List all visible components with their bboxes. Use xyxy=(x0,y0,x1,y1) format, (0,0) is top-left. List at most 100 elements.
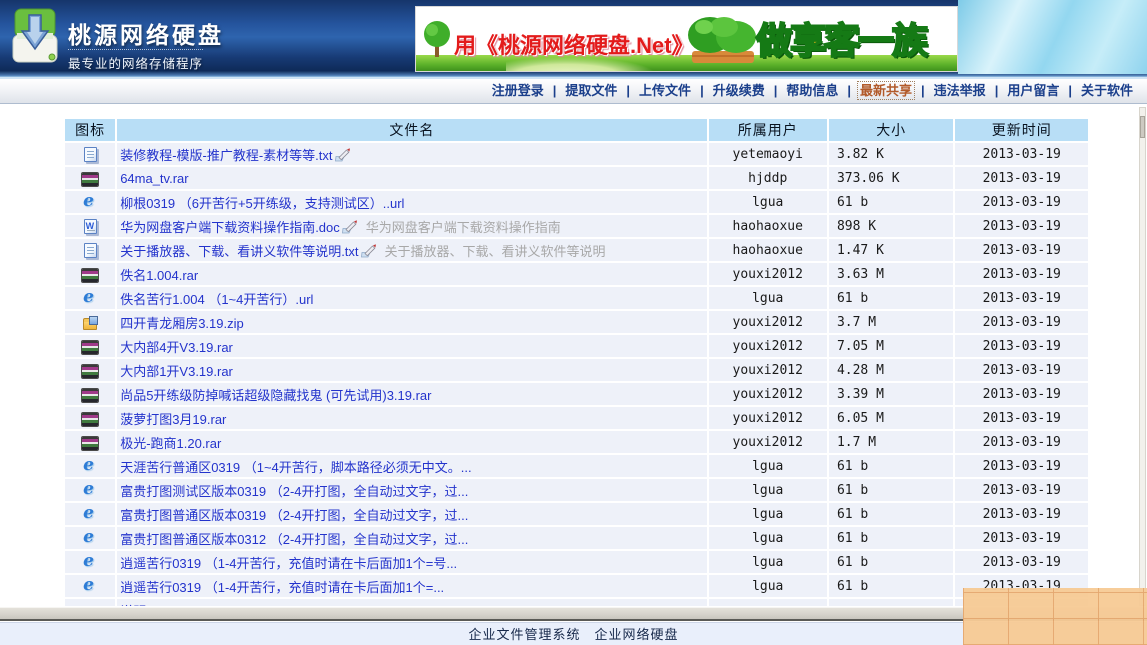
file-date: 2013-03-19 xyxy=(955,287,1088,309)
column-header: 所属用户 xyxy=(708,119,827,141)
table-row: 极光-跑商1.20.rar youxi2012 1.7 M 2013-03-19 xyxy=(65,431,1088,453)
file-link[interactable]: 极光-跑商1.20.rar xyxy=(120,436,221,451)
file-date: 2013-03-19 xyxy=(955,479,1088,501)
vertical-scrollbar-thumb[interactable] xyxy=(1140,116,1145,138)
file-link[interactable]: 关于播放器、下载、看讲义软件等说明.txt xyxy=(120,244,358,259)
rar-file-icon xyxy=(82,173,99,187)
file-table: 图标 文件名 所属用户 大小 更新时间 装修教程-模版-推广教程-素材等等.txt ye… xyxy=(63,117,1090,606)
column-header: 更新时间 xyxy=(955,119,1088,141)
header: 桃源网络硬盘 最专业的网络存储程序 用《桃源网络硬盘.Net》 做享客一族 xyxy=(0,0,1147,77)
rar-file-icon xyxy=(82,437,99,451)
file-link[interactable]: 四开青龙厢房3.19.zip xyxy=(120,316,244,331)
file-date: 2013-03-19 xyxy=(955,167,1088,189)
nav-separator: | xyxy=(1068,83,1072,98)
nav-separator: | xyxy=(921,83,925,98)
vertical-scrollbar[interactable] xyxy=(1139,107,1146,606)
nav-item-1[interactable]: 注册登录 xyxy=(490,82,546,99)
file-date: 2013-03-19 xyxy=(955,455,1088,477)
nav-item-6[interactable]: 最新共享 xyxy=(857,81,916,100)
table-row: 菠萝打图3月19.rar youxi2012 6.05 M 2013-03-19 xyxy=(65,407,1088,429)
rar-file-icon xyxy=(82,341,99,355)
header-swoosh-decoration xyxy=(958,0,1147,74)
file-owner: lgua xyxy=(708,191,827,213)
txt-file-icon xyxy=(83,147,97,163)
file-link[interactable]: 大内部1开V3.19.rar xyxy=(120,364,233,379)
file-link[interactable]: 64ma_tv.rar xyxy=(120,171,188,186)
file-link[interactable]: 富贵打图普通区版本0312 （2-4开打图，全自动过文字，过... xyxy=(120,532,468,547)
file-link[interactable]: 逍遥苦行0319 （1-4开苦行，充值时请在卡后面加1个=... xyxy=(120,580,444,595)
file-owner: youxi2012 xyxy=(708,359,827,381)
file-link[interactable]: 柳根0319 （6开苦行+5开练级，支持测试区）..url xyxy=(120,196,404,211)
file-note: 华为网盘客户端下载资料操作指南 xyxy=(365,219,561,235)
file-link[interactable]: 装修教程-模版-推广教程-素材等等.txt xyxy=(120,148,332,163)
file-owner: hjddp xyxy=(708,167,827,189)
url-file-icon xyxy=(82,503,98,523)
file-size: 61 b xyxy=(828,527,954,549)
file-size: 61 b xyxy=(828,575,954,597)
nav-separator: | xyxy=(773,83,778,98)
page-subtitle: 最专业的网络存储程序 xyxy=(68,49,204,72)
table-row: 四开青龙厢房3.19.zip youxi2012 3.7 M 2013-03-1… xyxy=(65,311,1088,333)
url-file-icon xyxy=(82,287,98,307)
nav-separator: | xyxy=(994,83,999,98)
nav-bar: 注册登录 | 提取文件 | 上传文件 | 升级续费 | 帮助信息 | 最新共享 | 违法举报 | 用户留言 |… xyxy=(0,77,1147,104)
txt-file-icon xyxy=(83,243,97,259)
file-size: 3.39 M xyxy=(828,383,954,405)
file-link[interactable]: 佚名苦行1.004 （1~4开苦行）.url xyxy=(120,292,313,307)
file-link[interactable]: 富贵打图普通区版本0319 （2-4开打图，全自动过文字，过... xyxy=(120,508,468,523)
ad-banner[interactable]: 用《桃源网络硬盘.Net》 做享客一族 xyxy=(415,6,958,72)
edit-icon[interactable] xyxy=(341,219,358,234)
file-date: 2013-03-19 xyxy=(955,407,1088,429)
table-row: 大内部1开V3.19.rar youxi2012 4.28 M 2013-03-… xyxy=(65,359,1088,381)
nav-item-9[interactable]: 关于软件 xyxy=(1079,82,1135,99)
table-row: 佚名苦行1.004 （1~4开苦行）.url lgua 61 b 2013-03… xyxy=(65,287,1088,309)
file-owner: lgua xyxy=(708,287,827,309)
table-row: 富贵打图普通区版本0312 （2-4开打图，全自动过文字，过... lgua 6… xyxy=(65,527,1088,549)
file-date: 2013-03-19 xyxy=(955,503,1088,525)
nav-separator: | xyxy=(847,83,852,98)
table-row: 富贵打图测试区版本0319 （2-4开打图，全自动过文字，过... lgua 6… xyxy=(65,479,1088,501)
file-link[interactable]: 大内部4开V3.19.rar xyxy=(120,340,233,355)
nav-item-3[interactable]: 上传文件 xyxy=(637,82,693,99)
file-link[interactable]: 佚名1.004.rar xyxy=(120,268,198,283)
file-link[interactable]: 逍遥苦行0319 （1-4开苦行，充值时请在卡后面加1个=号... xyxy=(120,556,457,571)
file-link[interactable]: 华为网盘客户端下载资料操作指南.doc xyxy=(120,220,340,235)
edit-icon[interactable] xyxy=(360,243,377,258)
table-header-row: 图标 文件名 所属用户 大小 更新时间 xyxy=(65,119,1088,141)
column-header: 大小 xyxy=(828,119,954,141)
table-row: 富贵打图普通区版本0319 （2-4开打图，全自动过文字，过... lgua 6… xyxy=(65,503,1088,525)
nav-item-2[interactable]: 提取文件 xyxy=(563,82,619,99)
file-size: 61 b xyxy=(828,191,954,213)
nav-item-7[interactable]: 违法举报 xyxy=(932,82,988,99)
table-row: 装修教程-模版-推广教程-素材等等.txt yetemaoyi 3.82 K 2… xyxy=(65,143,1088,165)
file-date: 2013-03-19 xyxy=(955,335,1088,357)
url-file-icon xyxy=(82,455,98,475)
table-row: 关于播放器、下载、看讲义软件等说明.txt 关于播放器、下载、看讲义软件等说明 h… xyxy=(65,239,1088,261)
rar-file-icon xyxy=(82,413,99,427)
file-link[interactable]: 富贵打图测试区版本0319 （2-4开打图，全自动过文字，过... xyxy=(120,484,468,499)
grid-overlay xyxy=(963,588,1147,645)
nav-item-8[interactable]: 用户留言 xyxy=(1005,82,1061,99)
file-link[interactable]: 说明.t xyxy=(120,604,153,607)
file-size: 61 b xyxy=(828,287,954,309)
file-size xyxy=(828,599,954,606)
file-note: 关于播放器、下载、看讲义软件等说明 xyxy=(384,243,606,259)
file-date: 2013-03-19 xyxy=(955,359,1088,381)
file-date: 2013-03-19 xyxy=(955,239,1088,261)
table-row: 华为网盘客户端下载资料操作指南.doc 华为网盘客户端下载资料操作指南 haoha… xyxy=(65,215,1088,237)
nav-item-4[interactable]: 升级续费 xyxy=(711,82,767,99)
file-link[interactable]: 尚品5开练级防掉喊话超级隐藏找鬼 (可先试用)3.19.rar xyxy=(120,388,431,403)
file-size: 61 b xyxy=(828,455,954,477)
file-date: 2013-03-19 xyxy=(955,191,1088,213)
file-link[interactable]: 天涯苦行普通区0319 （1~4开苦行，脚本路径必须无中文。... xyxy=(120,460,471,475)
edit-icon[interactable] xyxy=(334,147,351,162)
file-link[interactable]: 菠萝打图3月19.rar xyxy=(120,412,226,427)
file-date: 2013-03-19 xyxy=(955,527,1088,549)
page-title: 桃源网络硬盘 xyxy=(68,22,224,48)
url-file-icon xyxy=(82,527,98,547)
nav-item-5[interactable]: 帮助信息 xyxy=(784,82,840,99)
file-owner: lgua xyxy=(708,527,827,549)
zip-file-icon xyxy=(83,315,99,330)
table-row: 逍遥苦行0319 （1-4开苦行，充值时请在卡后面加1个=... lgua 61… xyxy=(65,575,1088,597)
rar-file-icon xyxy=(82,389,99,403)
